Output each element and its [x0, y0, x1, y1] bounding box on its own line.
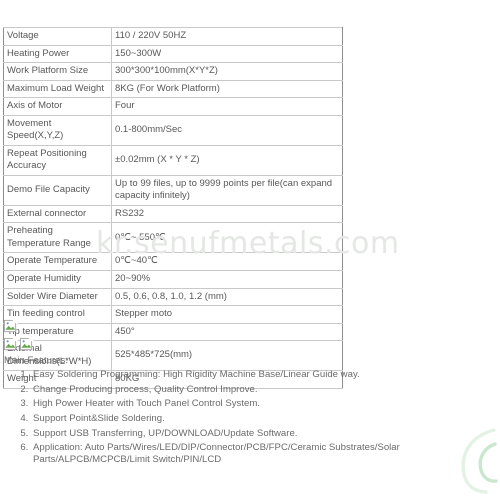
table-row: Heating Power 150~300W: [3, 44, 343, 64]
spec-key: Axis of Motor: [3, 97, 112, 116]
product-description-page: kr.senufmetals.com Voltage 110 / 220V 50…: [0, 0, 500, 500]
spec-key: Preheating Temperature Range: [3, 222, 112, 254]
table-row: Voltage 110 / 220V 50HZ: [3, 27, 343, 46]
broken-image-row: [3, 337, 34, 352]
table-row: Work Platform Size 300*300*100mm(X*Y*Z): [3, 62, 343, 81]
spec-value: 20~90%: [111, 269, 343, 289]
spec-key: Operate Temperature: [3, 252, 112, 271]
spec-key: Repeat Positioning Accuracy: [3, 144, 112, 176]
spec-value: RS232: [111, 204, 343, 224]
spec-value: 0.5, 0.6, 0.8, 1.0, 1.2 (mm): [111, 287, 343, 307]
spec-key: Demo File Capacity: [3, 174, 112, 206]
broken-images-group: [3, 319, 34, 355]
table-row: Preheating Temperature Range 0℃~ 550℃: [3, 222, 343, 254]
table-row: External connector RS232: [3, 204, 343, 224]
spec-key: External connector: [3, 204, 112, 224]
table-row: Tip temperature 450°: [3, 322, 343, 342]
table-row: Demo File Capacity Up to 99 files, up to…: [3, 174, 343, 206]
main-features-section: Main Features: Easy Soldering Programmin…: [4, 355, 498, 469]
list-item: Change Producing process, Quality Contro…: [31, 384, 498, 396]
list-item: Easy Soldering Programming: High Rigidit…: [31, 369, 498, 381]
spec-key: Maximum Load Weight: [3, 79, 112, 99]
spec-value: 0℃~40℃: [111, 252, 343, 271]
table-row: Solder Wire Diameter 0.5, 0.6, 0.8, 1.0,…: [3, 287, 343, 307]
table-row: Maximum Load Weight 8KG (For Work Platfo…: [3, 79, 343, 99]
features-list: Easy Soldering Programming: High Rigidit…: [4, 369, 498, 467]
spec-key: Voltage: [3, 27, 112, 46]
broken-image-icon[interactable]: [3, 319, 18, 334]
broken-image-icon[interactable]: [19, 337, 34, 352]
spec-key: Heating Power: [3, 44, 112, 64]
specification-table-body: Voltage 110 / 220V 50HZ Heating Power 15…: [3, 27, 343, 389]
table-row: Operate Temperature 0℃~40℃: [3, 252, 343, 271]
list-item: High Power Heater with Touch Panel Contr…: [31, 398, 498, 410]
spec-key: Movement Speed(X,Y,Z): [3, 114, 112, 146]
spec-value: Up to 99 files, up to 9999 points per fi…: [111, 174, 343, 206]
spec-value: 0.1-800mm/Sec: [111, 114, 343, 146]
spec-value: 110 / 220V 50HZ: [111, 27, 343, 46]
list-item: Support Point&Slide Soldering.: [31, 413, 498, 425]
spec-key: Work Platform Size: [3, 62, 112, 81]
list-item: Support USB Transferring, UP/DOWNLOAD/Up…: [31, 428, 498, 440]
spec-value: Stepper moto: [111, 305, 343, 324]
broken-image-row: [3, 319, 34, 334]
table-row: Operate Humidity 20~90%: [3, 269, 343, 289]
spec-value: 150~300W: [111, 44, 343, 64]
broken-image-icon[interactable]: [3, 337, 18, 352]
table-row: Tin feeding control Stepper moto: [3, 305, 343, 324]
table-row: Axis of Motor Four: [3, 97, 343, 116]
spec-value: 300*300*100mm(X*Y*Z): [111, 62, 343, 81]
spec-value: 450°: [111, 322, 343, 342]
spec-key: Operate Humidity: [3, 269, 112, 289]
spec-value: 0℃~ 550℃: [111, 222, 343, 254]
spec-value: ±0.02mm (X * Y * Z): [111, 144, 343, 176]
spec-value: 8KG (For Work Platform): [111, 79, 343, 99]
spec-value: Four: [111, 97, 343, 116]
specification-table: Voltage 110 / 220V 50HZ Heating Power 15…: [3, 27, 343, 389]
table-row: Repeat Positioning Accuracy ±0.02mm (X *…: [3, 144, 343, 176]
table-row: Movement Speed(X,Y,Z) 0.1-800mm/Sec: [3, 114, 343, 146]
list-item: Application: Auto Parts/Wires/LED/DIP/Co…: [31, 442, 498, 466]
features-title: Main Features:: [4, 355, 68, 366]
spec-key: Solder Wire Diameter: [3, 287, 112, 307]
specification-table-container: Voltage 110 / 220V 50HZ Heating Power 15…: [3, 27, 343, 389]
